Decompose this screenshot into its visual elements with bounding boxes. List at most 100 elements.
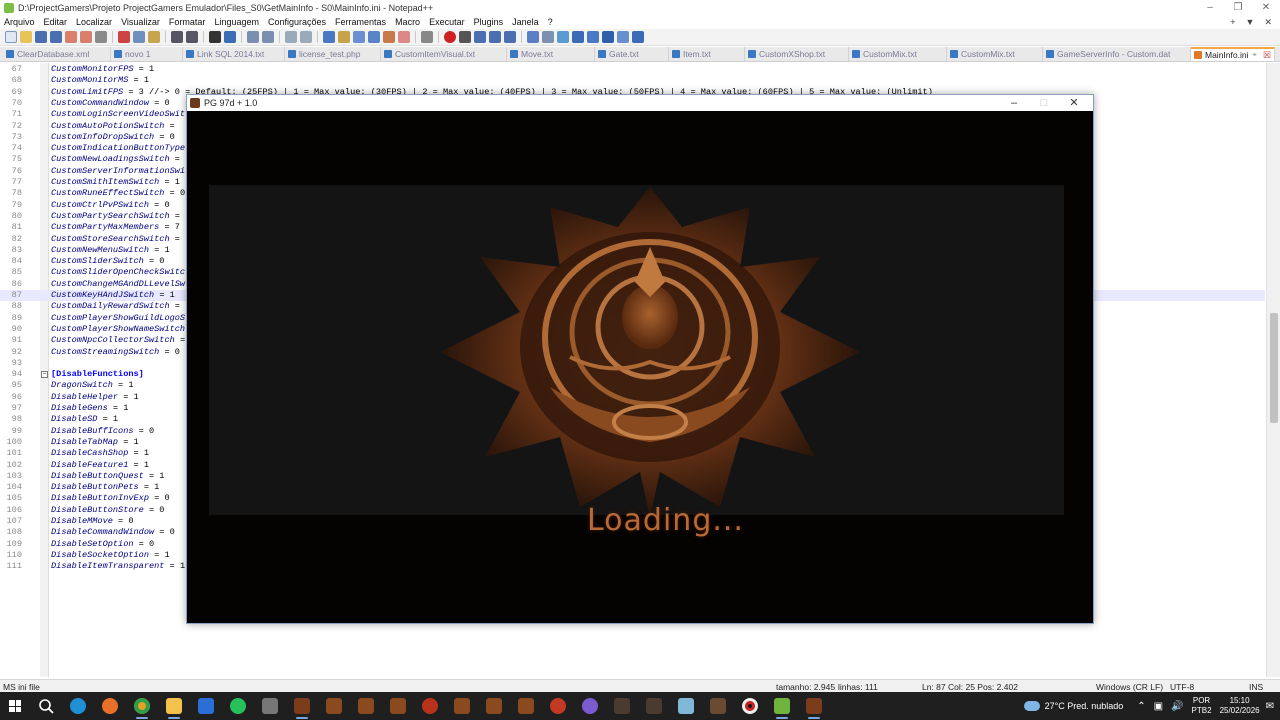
taskbar-game-4[interactable]	[382, 692, 414, 720]
tab[interactable]: ClearDatabase.xml	[3, 47, 111, 61]
sync-h-icon[interactable]	[300, 31, 312, 43]
taskbar-app-purple[interactable]	[574, 692, 606, 720]
tab[interactable]: Item.txt	[669, 47, 745, 61]
scrollbar-thumb[interactable]	[1270, 313, 1278, 423]
weather-widget[interactable]: 27°C Pred. nublado	[1023, 701, 1123, 711]
menu-item[interactable]: Janela	[512, 17, 539, 27]
plugin-icon-2[interactable]	[542, 31, 554, 43]
minimize-button[interactable]: –	[1196, 0, 1224, 15]
zoom-out-icon[interactable]	[262, 31, 274, 43]
add-icon[interactable]: +	[1230, 17, 1235, 28]
taskbar-game-8[interactable]	[606, 692, 638, 720]
maximize-button[interactable]: ❐	[1224, 0, 1252, 15]
menu-item[interactable]: Ferramentas	[335, 17, 386, 27]
taskbar-app-red-2[interactable]	[542, 692, 574, 720]
taskbar-whatsapp[interactable]	[222, 692, 254, 720]
game-titlebar[interactable]: PG 97d + 1.0 – □ ✕	[187, 95, 1093, 111]
taskbar-explorer[interactable]	[158, 692, 190, 720]
taskbar-game-10[interactable]	[702, 692, 734, 720]
close-doc-icon[interactable]: ✕	[1264, 17, 1272, 28]
plugin-icon-5[interactable]	[587, 31, 599, 43]
record-macro-icon[interactable]	[444, 31, 456, 43]
save-icon[interactable]	[35, 31, 47, 43]
plugin-icon-1[interactable]	[527, 31, 539, 43]
taskbar-firefox[interactable]	[94, 692, 126, 720]
cut-icon[interactable]	[118, 31, 130, 43]
tab[interactable]: CustomXShop.txt	[745, 47, 849, 61]
close-file-icon[interactable]	[65, 31, 77, 43]
menu-item[interactable]: Plugins	[474, 17, 504, 27]
start-button[interactable]	[0, 692, 30, 720]
volume-icon[interactable]: 🔊	[1171, 701, 1183, 712]
network-icon[interactable]: ▣	[1154, 701, 1163, 712]
wrap-icon[interactable]	[323, 31, 335, 43]
taskbar-game-2[interactable]	[318, 692, 350, 720]
udl-icon[interactable]	[368, 31, 380, 43]
code-line[interactable]: 67 CustomMonitorFPS = 1	[0, 64, 1265, 75]
all-chars-icon[interactable]	[338, 31, 350, 43]
plugin-icon-6[interactable]	[602, 31, 614, 43]
close-all-icon[interactable]	[80, 31, 92, 43]
close-button[interactable]: ✕	[1252, 0, 1280, 15]
find-icon[interactable]	[209, 31, 221, 43]
menu-item[interactable]: Linguagem	[214, 17, 259, 27]
taskbar-game-6[interactable]	[478, 692, 510, 720]
tab[interactable]: CustomItemVisual.txt	[381, 47, 507, 61]
menu-item[interactable]: Executar	[429, 17, 465, 27]
tab[interactable]: novo 1	[111, 47, 183, 61]
game-canvas[interactable]: Loading...	[187, 111, 1093, 623]
play-macro-icon[interactable]	[474, 31, 486, 43]
clock[interactable]: 15:10 25/02/2026	[1220, 696, 1260, 716]
tab[interactable]: Link SQL 2014.txt	[183, 47, 285, 61]
doc-map-icon[interactable]	[383, 31, 395, 43]
tab[interactable]: CustomMix.txt	[947, 47, 1043, 61]
paste-icon[interactable]	[148, 31, 160, 43]
plugin-icon-7[interactable]	[617, 31, 629, 43]
menu-item[interactable]: Editar	[44, 17, 68, 27]
chevron-up-icon[interactable]: ⌃	[1137, 701, 1145, 712]
open-file-icon[interactable]	[20, 31, 32, 43]
plugin-icon-4[interactable]	[572, 31, 584, 43]
menu-item[interactable]: ?	[548, 17, 553, 27]
game-window[interactable]: PG 97d + 1.0 – □ ✕ Loading...	[186, 94, 1094, 624]
taskbar-game-1[interactable]	[286, 692, 318, 720]
save-macro-icon[interactable]	[504, 31, 516, 43]
menu-item[interactable]: Localizar	[76, 17, 112, 27]
search-button[interactable]	[30, 692, 62, 720]
vertical-scrollbar[interactable]	[1266, 63, 1280, 677]
pin-icon[interactable]: ⌖	[1252, 50, 1257, 60]
monitor-icon[interactable]	[421, 31, 433, 43]
print-icon[interactable]	[95, 31, 107, 43]
tab[interactable]: Move.txt	[507, 47, 595, 61]
tab[interactable]: license_test.php	[285, 47, 381, 61]
menu-item[interactable]: Configurações	[268, 17, 326, 27]
menu-item[interactable]: Arquivo	[4, 17, 35, 27]
tab-close-icon[interactable]: ☒	[1263, 50, 1271, 61]
stop-macro-icon[interactable]	[459, 31, 471, 43]
save-all-icon[interactable]	[50, 31, 62, 43]
taskbar-tool[interactable]	[254, 692, 286, 720]
tab[interactable]: MainInfo.ini ⌖ ☒	[1191, 47, 1275, 61]
game-close-button[interactable]: ✕	[1059, 95, 1089, 111]
taskbar-game-3[interactable]	[350, 692, 382, 720]
taskbar-notes[interactable]	[670, 692, 702, 720]
taskbar-notepadpp[interactable]	[766, 692, 798, 720]
menu-item[interactable]: Formatar	[169, 17, 206, 27]
game-minimize-button[interactable]: –	[999, 95, 1029, 111]
new-file-icon[interactable]	[5, 31, 17, 43]
tab[interactable]: GameServerInfo - Custom.dat	[1043, 47, 1191, 61]
code-line[interactable]: 68 CustomMonitorMS = 1	[0, 75, 1265, 86]
doc-list-icon[interactable]	[398, 31, 410, 43]
plugin-icon-8[interactable]	[632, 31, 644, 43]
indent-guide-icon[interactable]	[353, 31, 365, 43]
taskbar-game-7[interactable]	[510, 692, 542, 720]
notification-icon[interactable]: ✉	[1266, 701, 1274, 712]
chevron-down-icon[interactable]: ▼	[1246, 17, 1255, 28]
menu-item[interactable]: Visualizar	[121, 17, 160, 27]
copy-icon[interactable]	[133, 31, 145, 43]
taskbar-game-9[interactable]	[638, 692, 670, 720]
taskbar-edge[interactable]	[62, 692, 94, 720]
fold-toggle-icon[interactable]: −	[41, 371, 48, 379]
language-indicator[interactable]: POR PTB2	[1192, 696, 1212, 716]
taskbar-game-5[interactable]	[446, 692, 478, 720]
